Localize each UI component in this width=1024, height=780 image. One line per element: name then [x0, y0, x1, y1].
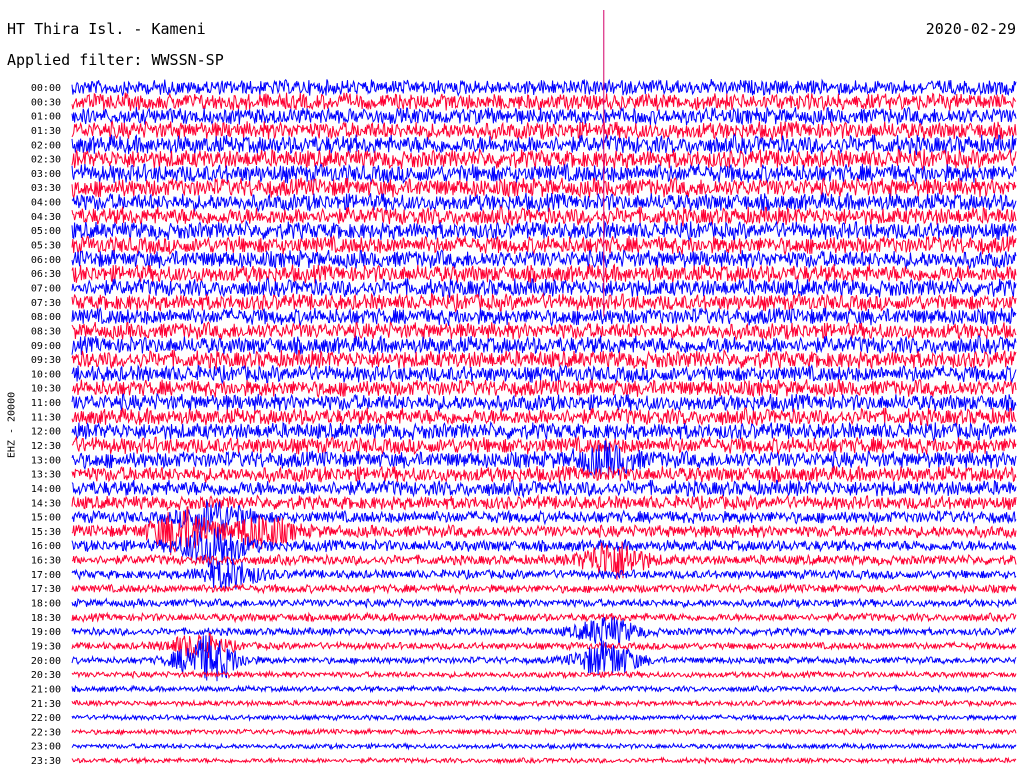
- time-label: 22:00: [31, 713, 61, 724]
- trace-line: [71, 698, 1017, 708]
- time-label: 11:30: [31, 412, 61, 423]
- time-label: 23:00: [31, 742, 61, 753]
- time-label: 14:30: [31, 498, 61, 509]
- time-label: 09:30: [31, 355, 61, 366]
- time-label: 17:30: [31, 584, 61, 595]
- time-label: 20:00: [31, 656, 61, 667]
- helicorder-plot: 00:00 00:30 01:00 01:30 02:00 02:30 03:00 03:30…: [31, 10, 1017, 767]
- time-label: 00:00: [31, 83, 61, 94]
- time-label: 13:30: [31, 470, 61, 481]
- trace-line: [71, 669, 1017, 680]
- time-label: 10:30: [31, 384, 61, 395]
- trace-line: [71, 611, 1017, 624]
- trace-line: [71, 464, 1017, 484]
- trace-line: [71, 756, 1017, 765]
- channel-axis-label: EHZ - 20000: [6, 391, 18, 459]
- time-labels: 00:00 00:30 01:00 01:30 02:00 02:30 03:00 03:30…: [31, 83, 61, 767]
- time-label: 11:00: [31, 398, 61, 409]
- time-label: 18:30: [31, 613, 61, 624]
- time-label: 09:00: [31, 341, 61, 352]
- time-label: 05:30: [31, 241, 61, 252]
- trace-line: [71, 147, 1017, 172]
- time-label: 15:00: [31, 513, 61, 524]
- time-label: 03:00: [31, 169, 61, 180]
- trace-line: [71, 435, 1017, 455]
- time-label: 04:00: [31, 198, 61, 209]
- time-label: 03:30: [31, 183, 61, 194]
- time-label: 13:00: [31, 455, 61, 466]
- trace-line: [71, 632, 1017, 659]
- time-label: 06:00: [31, 255, 61, 266]
- trace-line: [71, 741, 1017, 751]
- trace-line: [71, 306, 1017, 327]
- trace-line: [71, 92, 1017, 112]
- trace-line: [71, 321, 1017, 341]
- trace-line: [71, 616, 1017, 646]
- trace-line: [71, 78, 1017, 97]
- trace-line: [71, 713, 1017, 722]
- trace-line: [71, 597, 1017, 610]
- time-label: 08:00: [31, 312, 61, 323]
- time-label: 01:30: [31, 126, 61, 137]
- time-label: 19:30: [31, 641, 61, 652]
- time-label: 05:00: [31, 226, 61, 237]
- time-label: 07:00: [31, 283, 61, 294]
- trace-line: [71, 263, 1017, 284]
- time-label: 16:30: [31, 556, 61, 567]
- trace-line: [71, 727, 1017, 737]
- time-label: 12:00: [31, 427, 61, 438]
- time-label: 02:00: [31, 140, 61, 151]
- time-label: 00:30: [31, 97, 61, 108]
- time-label: 08:30: [31, 326, 61, 337]
- time-label: 02:30: [31, 155, 61, 166]
- time-label: 22:30: [31, 727, 61, 738]
- time-label: 20:30: [31, 670, 61, 681]
- trace-line: [71, 276, 1017, 298]
- time-label: 23:30: [31, 756, 61, 767]
- trace-line: [71, 559, 1017, 590]
- station-title: HT Thira Isl. - Kameni: [7, 20, 206, 38]
- trace-line: [71, 191, 1017, 213]
- time-label: 14:00: [31, 484, 61, 495]
- time-label: 19:00: [31, 627, 61, 638]
- trace-line: [71, 684, 1017, 694]
- time-label: 10:00: [31, 369, 61, 380]
- time-label: 01:00: [31, 112, 61, 123]
- trace-line: [71, 177, 1017, 200]
- seismic-traces: [71, 78, 1017, 765]
- filter-label: Applied filter: WWSSN-SP: [7, 51, 224, 69]
- time-label: 04:30: [31, 212, 61, 223]
- time-label: 16:00: [31, 541, 61, 552]
- trace-line: [71, 205, 1017, 227]
- trace-line: [71, 493, 1017, 512]
- date-label: 2020-02-29: [925, 20, 1016, 38]
- trace-line: [71, 105, 1017, 126]
- time-label: 18:00: [31, 599, 61, 610]
- trace-line: [71, 249, 1017, 270]
- time-label: 06:30: [31, 269, 61, 280]
- trace-line: [71, 378, 1017, 399]
- trace-line: [71, 392, 1017, 413]
- trace-line: [71, 348, 1017, 370]
- trace-line: [71, 406, 1017, 427]
- time-label: 21:00: [31, 684, 61, 695]
- trace-line: [71, 478, 1017, 499]
- trace-line: [71, 363, 1017, 385]
- time-label: 12:30: [31, 441, 61, 452]
- time-label: 17:00: [31, 570, 61, 581]
- trace-line: [71, 334, 1017, 356]
- time-label: 15:30: [31, 527, 61, 538]
- trace-line: [71, 219, 1017, 243]
- time-label: 07:30: [31, 298, 61, 309]
- trace-line: [71, 162, 1017, 185]
- trace-line: [71, 421, 1017, 442]
- time-label: 21:30: [31, 699, 61, 710]
